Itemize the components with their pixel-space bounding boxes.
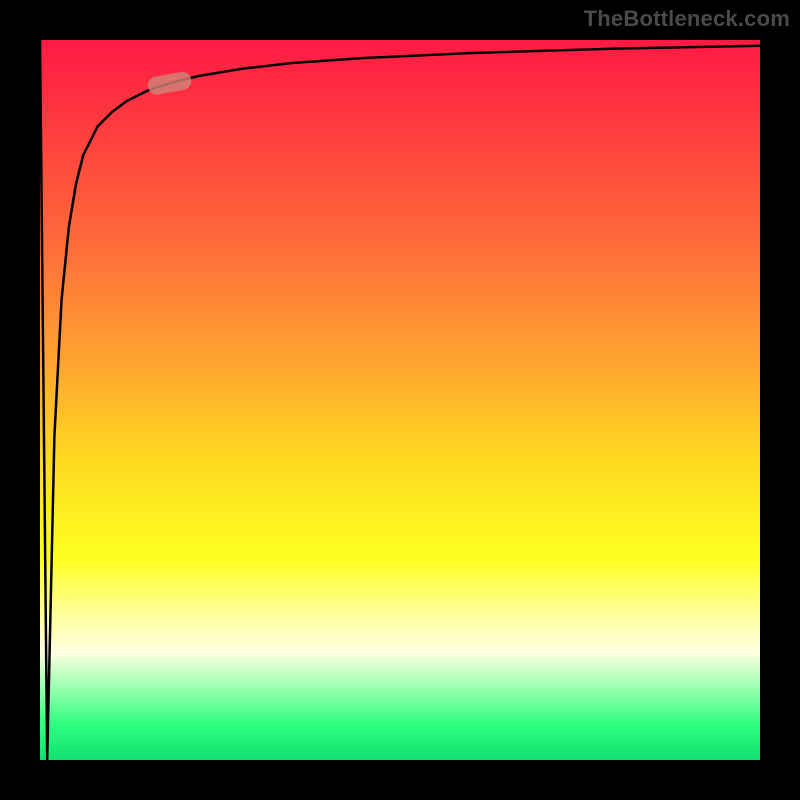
watermark-text: TheBottleneck.com	[584, 6, 790, 32]
chart-frame: TheBottleneck.com	[0, 0, 800, 800]
curve-layer	[40, 40, 760, 760]
bottleneck-curve	[40, 40, 760, 760]
curve-marker	[146, 71, 192, 96]
plot-area	[40, 40, 760, 760]
